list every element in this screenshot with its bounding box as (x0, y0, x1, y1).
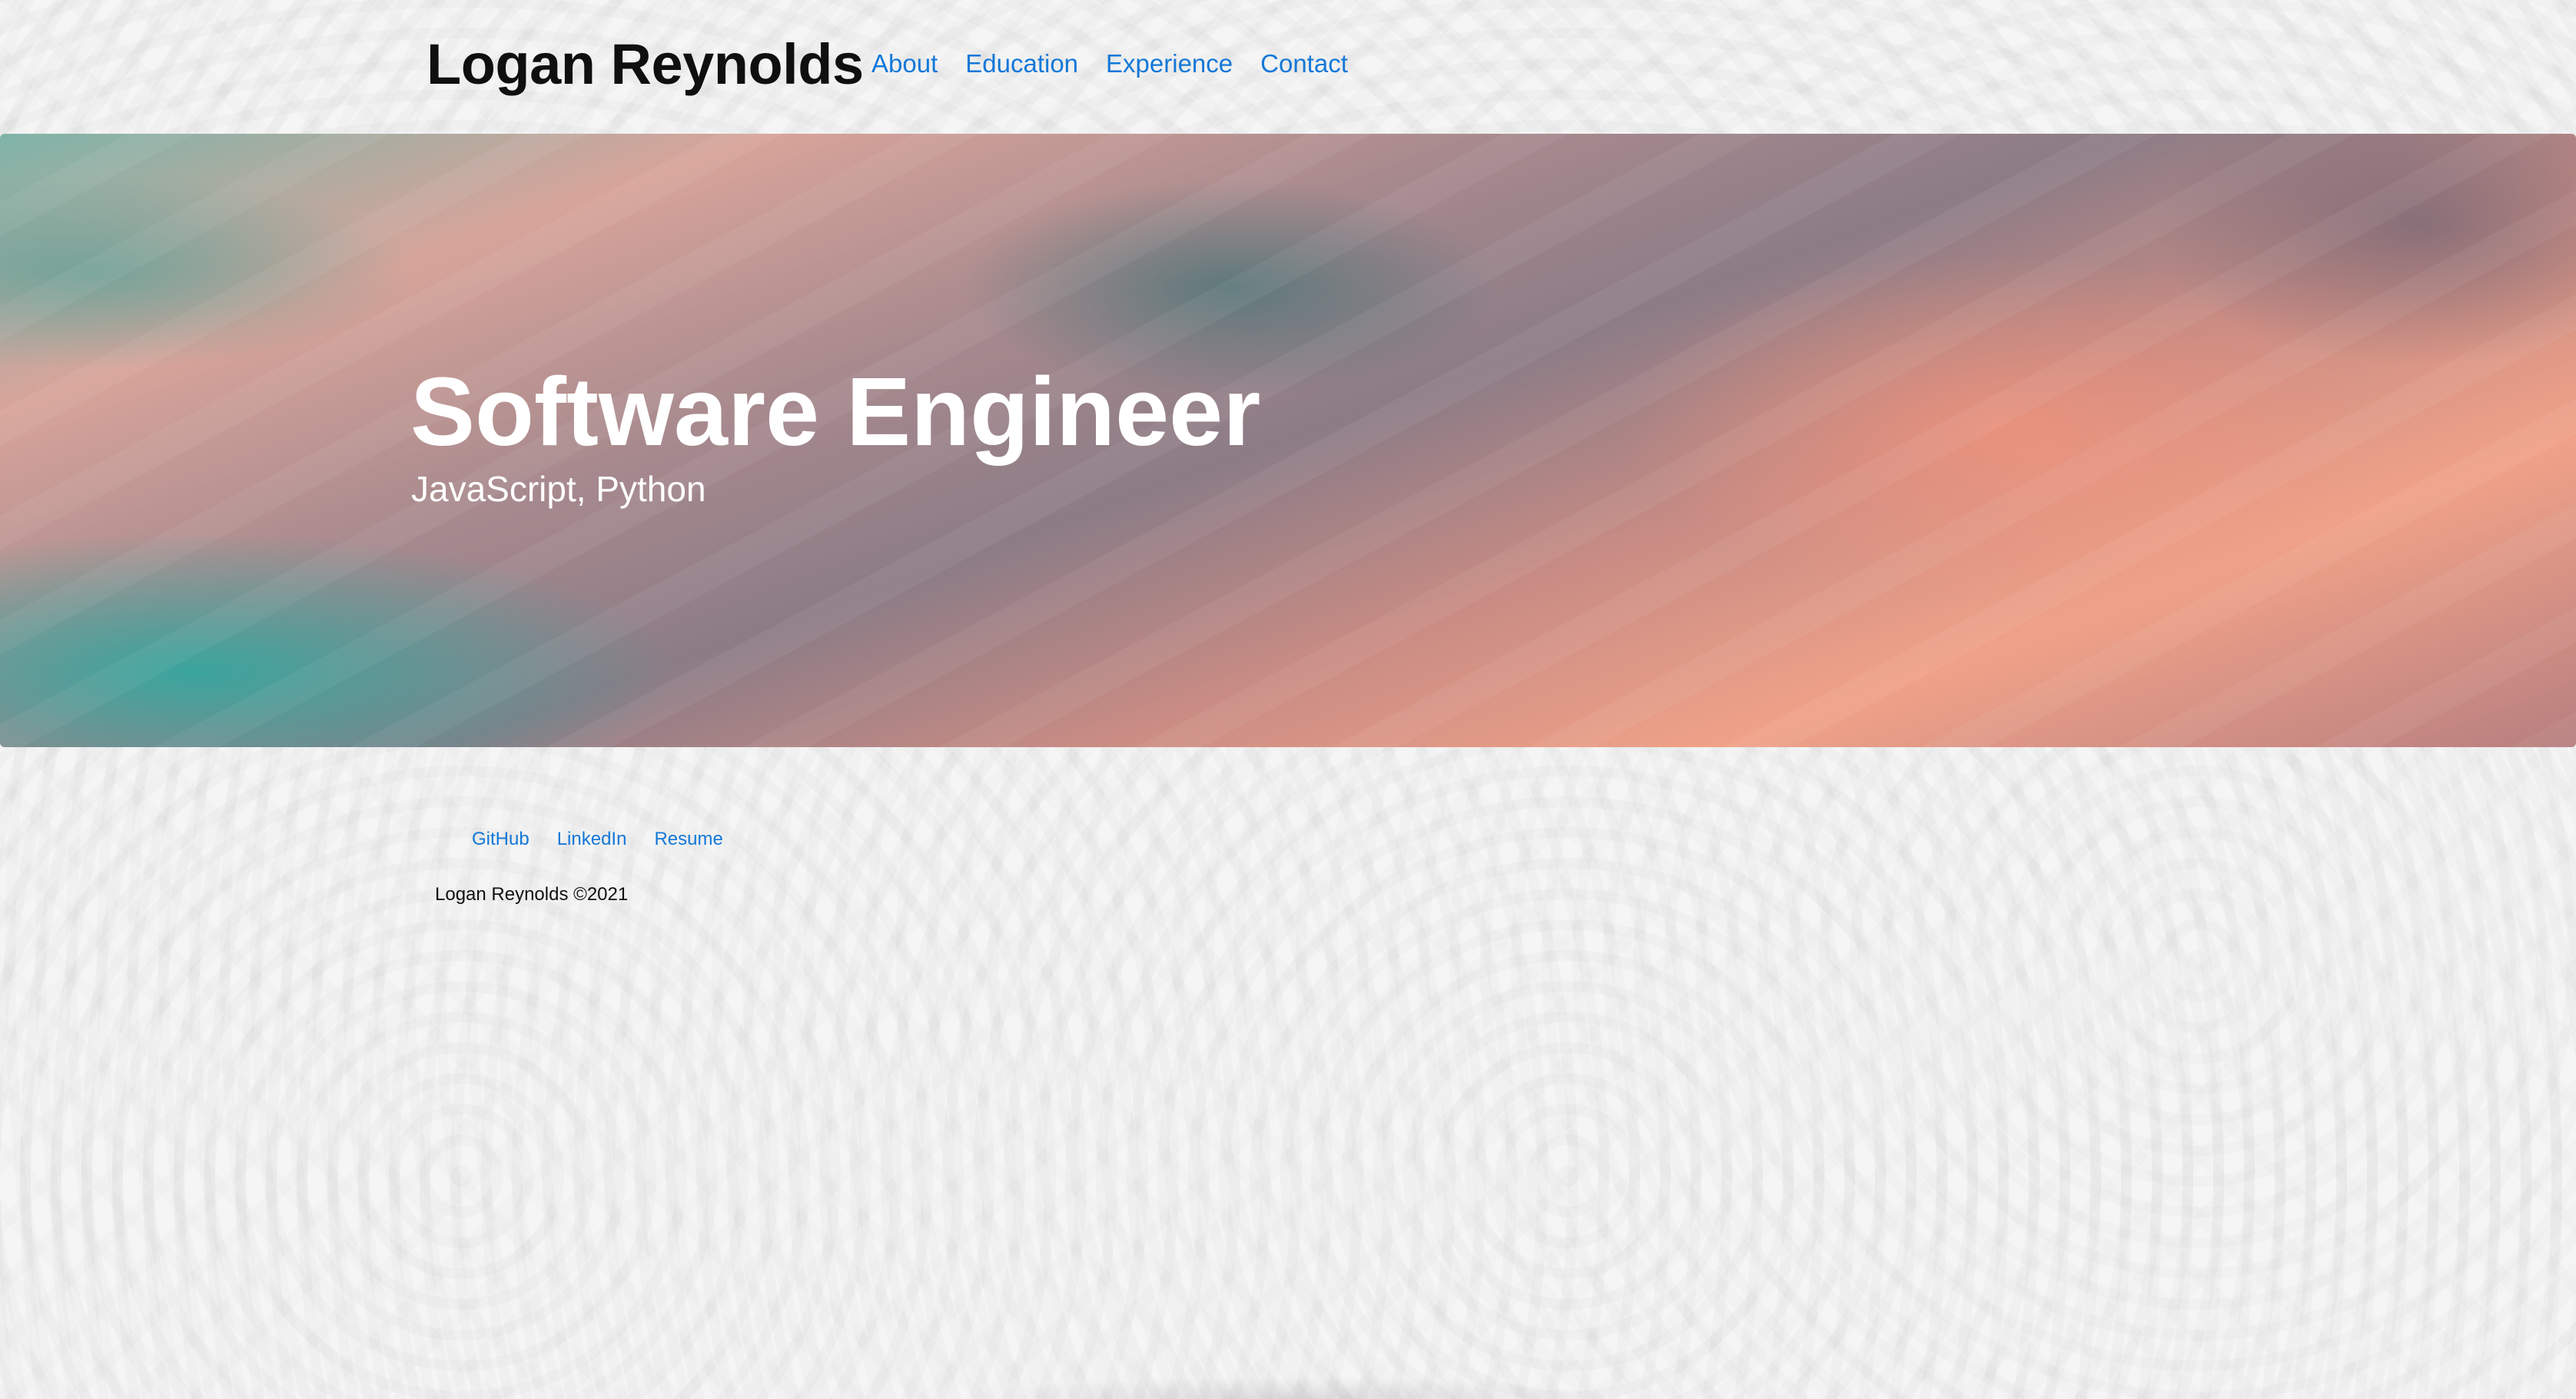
nav-link-experience[interactable]: Experience (1106, 48, 1233, 81)
site-header: Logan Reynolds About Education Experienc… (0, 0, 2576, 134)
nav-link-contact[interactable]: Contact (1260, 48, 1348, 81)
footer-link-github[interactable]: GitHub (472, 829, 529, 850)
site-name[interactable]: Logan Reynolds (427, 31, 864, 99)
bottom-edge-shadow (961, 1376, 1622, 1399)
copyright-text: Logan Reynolds ©2021 (435, 884, 629, 905)
footer-link-linkedin[interactable]: LinkedIn (557, 829, 627, 850)
hero-subtitle: JavaScript, Python (411, 469, 706, 509)
footer-links: GitHub LinkedIn Resume (472, 829, 723, 850)
main-nav: About Education Experience Contact (871, 48, 1348, 81)
nav-link-education[interactable]: Education (965, 48, 1078, 81)
hero-title: Software Engineer (410, 357, 1261, 466)
hero-banner: Software Engineer JavaScript, Python (0, 134, 2576, 747)
footer-link-resume[interactable]: Resume (654, 829, 722, 850)
nav-link-about[interactable]: About (871, 48, 938, 81)
